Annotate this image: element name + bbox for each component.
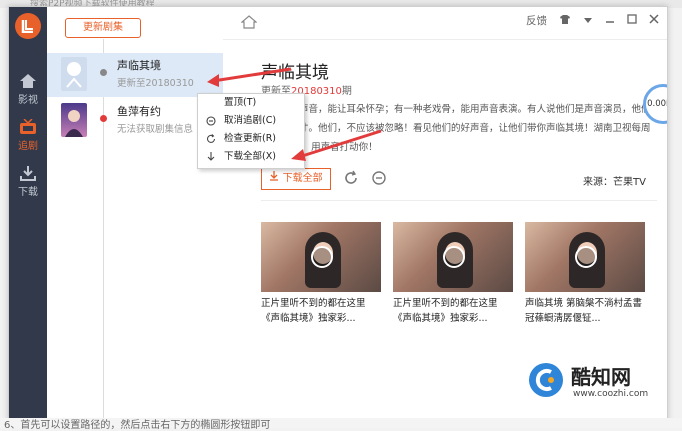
menu-item-pin-top[interactable]: 置顶(T) bbox=[198, 94, 304, 112]
logo-icon bbox=[21, 20, 33, 33]
update-episodes-button[interactable]: 更新剧集 bbox=[65, 18, 141, 38]
list-item-subtitle: 更新至20180310 bbox=[117, 78, 194, 89]
close-icon[interactable] bbox=[649, 14, 659, 27]
nav-label-movies: 影视 bbox=[18, 95, 38, 106]
mango-tv-logo-icon bbox=[66, 62, 82, 88]
download-icon bbox=[207, 152, 215, 161]
watermark: 酷知网 www.coozhi.com bbox=[519, 353, 667, 411]
list-item[interactable]: 声临其境 更新至20180310 bbox=[47, 53, 223, 97]
divider bbox=[261, 200, 657, 201]
watermark-name: 酷知网 bbox=[571, 365, 631, 389]
timeline-dot bbox=[100, 115, 107, 122]
timeline-dot bbox=[100, 69, 107, 76]
show-source: 来源：芒果TV bbox=[583, 177, 646, 188]
episode-card[interactable]: 正片里听不到的都在这里《声临其境》独家彩... bbox=[261, 222, 381, 326]
episode-card[interactable]: 正片里听不到的都在这里《声临其境》独家彩... bbox=[393, 222, 513, 326]
home-icon bbox=[20, 74, 36, 88]
tv-icon bbox=[20, 119, 36, 134]
feedback-button[interactable]: 反馈 bbox=[526, 13, 547, 28]
minus-circle-icon bbox=[206, 116, 216, 126]
menu-dropdown-icon[interactable] bbox=[583, 15, 593, 27]
app-window: 影视 追剧 下载 更新剧集 声临其境 更新至20180310 鱼萍有约 无法获取… bbox=[8, 6, 668, 422]
tracking-list-panel: 更新剧集 声临其境 更新至20180310 鱼萍有约 无法获取剧集信息 bbox=[47, 7, 224, 421]
menu-item-label: 下载全部(X) bbox=[224, 151, 276, 162]
play-icon[interactable] bbox=[575, 246, 597, 268]
menu-item-label: 取消追剧(C) bbox=[224, 115, 277, 126]
episode-thumbnail bbox=[393, 222, 513, 292]
unsubscribe-icon[interactable] bbox=[371, 170, 387, 186]
play-icon[interactable] bbox=[311, 246, 333, 268]
left-nav: 影视 追剧 下载 bbox=[9, 7, 47, 421]
menu-item-label: 置顶(T) bbox=[224, 97, 257, 108]
download-all-label: 下载全部 bbox=[282, 173, 323, 184]
watermark-url: www.coozhi.com bbox=[573, 389, 649, 399]
updated-suffix: 期 bbox=[341, 86, 352, 97]
download-icon bbox=[20, 166, 36, 181]
episode-title: 声临其境 第脑槃不淌村孟書冠蓧蟵淸孱偃钲... bbox=[525, 298, 643, 324]
episode-thumbnail bbox=[525, 222, 645, 292]
episode-title: 正片里听不到的都在这里《声临其境》独家彩... bbox=[393, 298, 498, 324]
list-item-subtitle: 无法获取剧集信息 bbox=[117, 124, 194, 135]
download-icon bbox=[270, 171, 279, 181]
annotation-arrow bbox=[207, 67, 292, 87]
home-icon[interactable] bbox=[241, 15, 257, 29]
nav-item-tracking[interactable]: 追剧 bbox=[9, 115, 47, 159]
list-item-title: 声临其境 bbox=[117, 59, 161, 72]
refresh-icon bbox=[206, 134, 216, 143]
episode-title: 正片里听不到的都在这里《声临其境》独家彩... bbox=[261, 298, 366, 324]
menu-item-label: 检查更新(R) bbox=[224, 133, 277, 144]
annotation-arrow bbox=[291, 129, 382, 161]
refresh-icon[interactable] bbox=[343, 170, 359, 186]
background-bottom-text: 6、首先可以设置路径的，然后点击右下方的椭圆形按钮即可 bbox=[4, 420, 271, 431]
show-thumbnail bbox=[61, 57, 87, 91]
nav-item-movies[interactable]: 影视 bbox=[9, 69, 47, 113]
nav-item-downloads[interactable]: 下载 bbox=[9, 161, 47, 205]
watermark-logo-icon bbox=[529, 363, 563, 397]
skin-icon[interactable] bbox=[559, 14, 571, 28]
top-bar: 反馈 bbox=[223, 7, 667, 40]
nav-label-tracking: 追剧 bbox=[18, 141, 38, 152]
episode-thumbnail bbox=[261, 222, 381, 292]
episode-card[interactable]: 声临其境 第脑槃不淌村孟書冠蓧蟵淸孱偃钲... bbox=[525, 222, 645, 326]
background-bottom-strip: 6、首先可以设置路径的，然后点击右下方的椭圆形按钮即可 bbox=[0, 418, 682, 431]
list-item-title: 鱼萍有约 bbox=[117, 105, 161, 118]
nav-label-downloads: 下载 bbox=[18, 187, 38, 198]
person-portrait-icon bbox=[65, 110, 83, 137]
download-all-button[interactable]: 下载全部 bbox=[261, 168, 331, 190]
app-logo bbox=[15, 13, 41, 39]
show-thumbnail bbox=[61, 103, 87, 137]
maximize-icon[interactable] bbox=[627, 14, 637, 27]
window-controls: 反馈 bbox=[526, 13, 659, 28]
play-icon[interactable] bbox=[443, 246, 465, 268]
minimize-icon[interactable] bbox=[605, 14, 615, 27]
